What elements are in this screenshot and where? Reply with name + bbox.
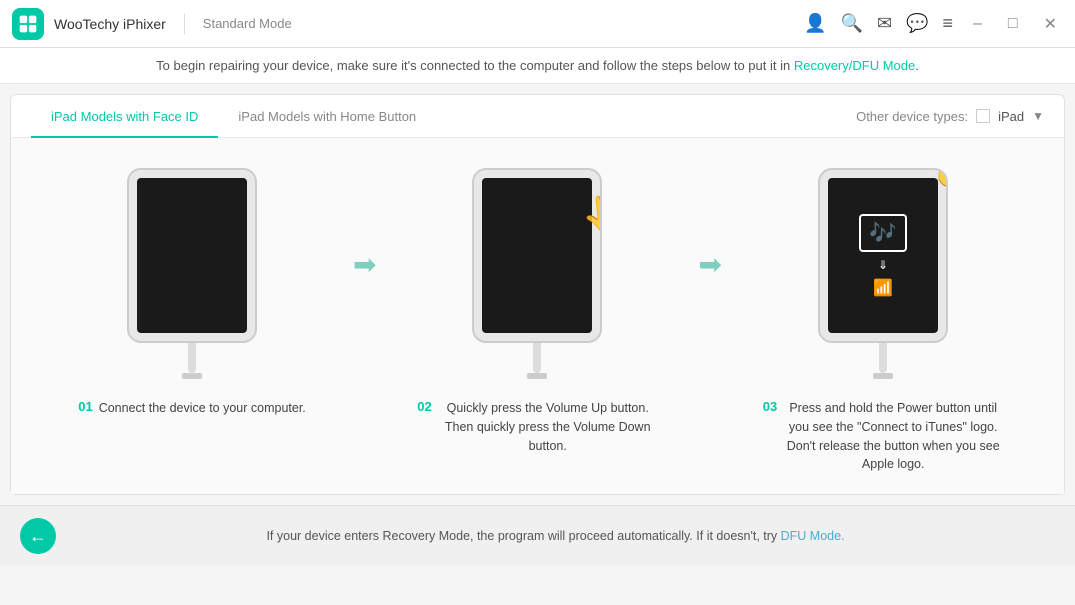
arrow-down-icon: ⇓ bbox=[878, 258, 888, 272]
close-button[interactable]: ✕ bbox=[1038, 12, 1063, 36]
arrow-2: ➡ bbox=[699, 168, 722, 281]
chevron-down-icon[interactable]: ▼ bbox=[1032, 109, 1044, 123]
ipad-wrap-3: 🎶 ⇓ 📶 ✋ bbox=[818, 168, 948, 379]
ipad-side-btn-2 bbox=[600, 210, 602, 230]
step-1-desc: Connect the device to your computer. bbox=[99, 399, 306, 418]
step-3-label: 03 Press and hold the Power button until… bbox=[763, 399, 1003, 474]
chat-icon[interactable]: 💬 bbox=[906, 13, 928, 34]
step-1-num: 01 bbox=[78, 399, 92, 414]
tabs: iPad Models with Face ID iPad Models wit… bbox=[31, 95, 436, 137]
ipad-screen-2 bbox=[482, 178, 592, 333]
step-3-illustration: 🎶 ⇓ 📶 ✋ bbox=[818, 168, 948, 379]
titlebar-left: WooTechy iPhixer Standard Mode bbox=[12, 8, 292, 40]
mode-label: Standard Mode bbox=[203, 16, 292, 31]
step-2-desc: Quickly press the Volume Up button. Then… bbox=[438, 399, 658, 455]
footer: ← If your device enters Recovery Mode, t… bbox=[0, 505, 1075, 566]
main-card: iPad Models with Face ID iPad Models wit… bbox=[10, 94, 1065, 495]
info-bar: To begin repairing your device, make sur… bbox=[0, 48, 1075, 84]
info-text: To begin repairing your device, make sur… bbox=[156, 58, 919, 73]
ipad-screen-1 bbox=[137, 178, 247, 333]
itunes-screen: 🎶 ⇓ 📶 bbox=[828, 178, 938, 333]
search-icon[interactable]: 🔍 bbox=[841, 13, 863, 34]
device-selector: Other device types: iPad ▼ bbox=[856, 109, 1044, 124]
step-1: 01 Connect the device to your computer. bbox=[31, 168, 353, 418]
ipad-cable-2 bbox=[533, 343, 541, 373]
person-icon[interactable]: 👤 bbox=[804, 13, 826, 34]
step-2: 🤚 02 Quickly press the Volume Up button.… bbox=[376, 168, 698, 455]
step-2-illustration: 🤚 bbox=[472, 168, 602, 379]
step-1-label: 01 Connect the device to your computer. bbox=[78, 399, 306, 418]
ipad-wrap-1 bbox=[127, 168, 257, 379]
footer-message: If your device enters Recovery Mode, the… bbox=[266, 529, 780, 543]
device-selector-label: Other device types: bbox=[856, 109, 968, 124]
step-3-num: 03 bbox=[763, 399, 777, 414]
titlebar: WooTechy iPhixer Standard Mode 👤 🔍 ✉ 💬 ≡… bbox=[0, 0, 1075, 48]
ipad-side-btn-1 bbox=[255, 210, 257, 230]
ipad-side-btn-3 bbox=[946, 210, 948, 230]
back-button[interactable]: ← bbox=[20, 518, 56, 554]
arrow-1: ➡ bbox=[353, 168, 376, 281]
step-3-desc: Press and hold the Power button until yo… bbox=[783, 399, 1003, 474]
titlebar-divider bbox=[184, 14, 185, 34]
titlebar-right: 👤 🔍 ✉ 💬 ≡ – □ ✕ bbox=[804, 12, 1063, 36]
ipad-connector-2 bbox=[527, 373, 547, 379]
step-2-label: 02 Quickly press the Volume Up button. T… bbox=[417, 399, 657, 455]
itunes-logo-icon: 🎶 bbox=[859, 214, 906, 252]
menu-icon[interactable]: ≡ bbox=[943, 13, 954, 34]
device-checkbox[interactable] bbox=[976, 109, 990, 123]
app-name: WooTechy iPhixer bbox=[54, 16, 166, 32]
ipad-connector-3 bbox=[873, 373, 893, 379]
minimize-button[interactable]: – bbox=[967, 13, 988, 35]
step-2-num: 02 bbox=[417, 399, 431, 414]
maximize-button[interactable]: □ bbox=[1002, 13, 1024, 35]
ipad-wrap-2: 🤚 bbox=[472, 168, 602, 379]
footer-text: If your device enters Recovery Mode, the… bbox=[56, 529, 1055, 543]
recovery-dfu-link[interactable]: Recovery/DFU Mode bbox=[794, 58, 915, 73]
ipad-body-1 bbox=[127, 168, 257, 343]
ipad-body-3: 🎶 ⇓ 📶 ✋ bbox=[818, 168, 948, 343]
tab-face-id[interactable]: iPad Models with Face ID bbox=[31, 95, 218, 138]
tab-bar: iPad Models with Face ID iPad Models wit… bbox=[11, 95, 1064, 138]
mail-icon[interactable]: ✉ bbox=[877, 13, 892, 34]
cable-icon: 📶 bbox=[873, 278, 893, 298]
steps-area: 01 Connect the device to your computer. … bbox=[11, 138, 1064, 494]
ipad-cable-1 bbox=[188, 343, 196, 373]
step-1-illustration bbox=[127, 168, 257, 379]
step-3: 🎶 ⇓ 📶 ✋ 03 Press and hold the Power butt… bbox=[722, 168, 1044, 474]
ipad-connector-1 bbox=[182, 373, 202, 379]
device-type-label: iPad bbox=[998, 109, 1024, 124]
dfu-mode-link[interactable]: DFU Mode. bbox=[781, 529, 845, 543]
app-logo bbox=[12, 8, 44, 40]
ipad-cable-3 bbox=[879, 343, 887, 373]
tab-home-button[interactable]: iPad Models with Home Button bbox=[218, 95, 436, 138]
ipad-body-2: 🤚 bbox=[472, 168, 602, 343]
